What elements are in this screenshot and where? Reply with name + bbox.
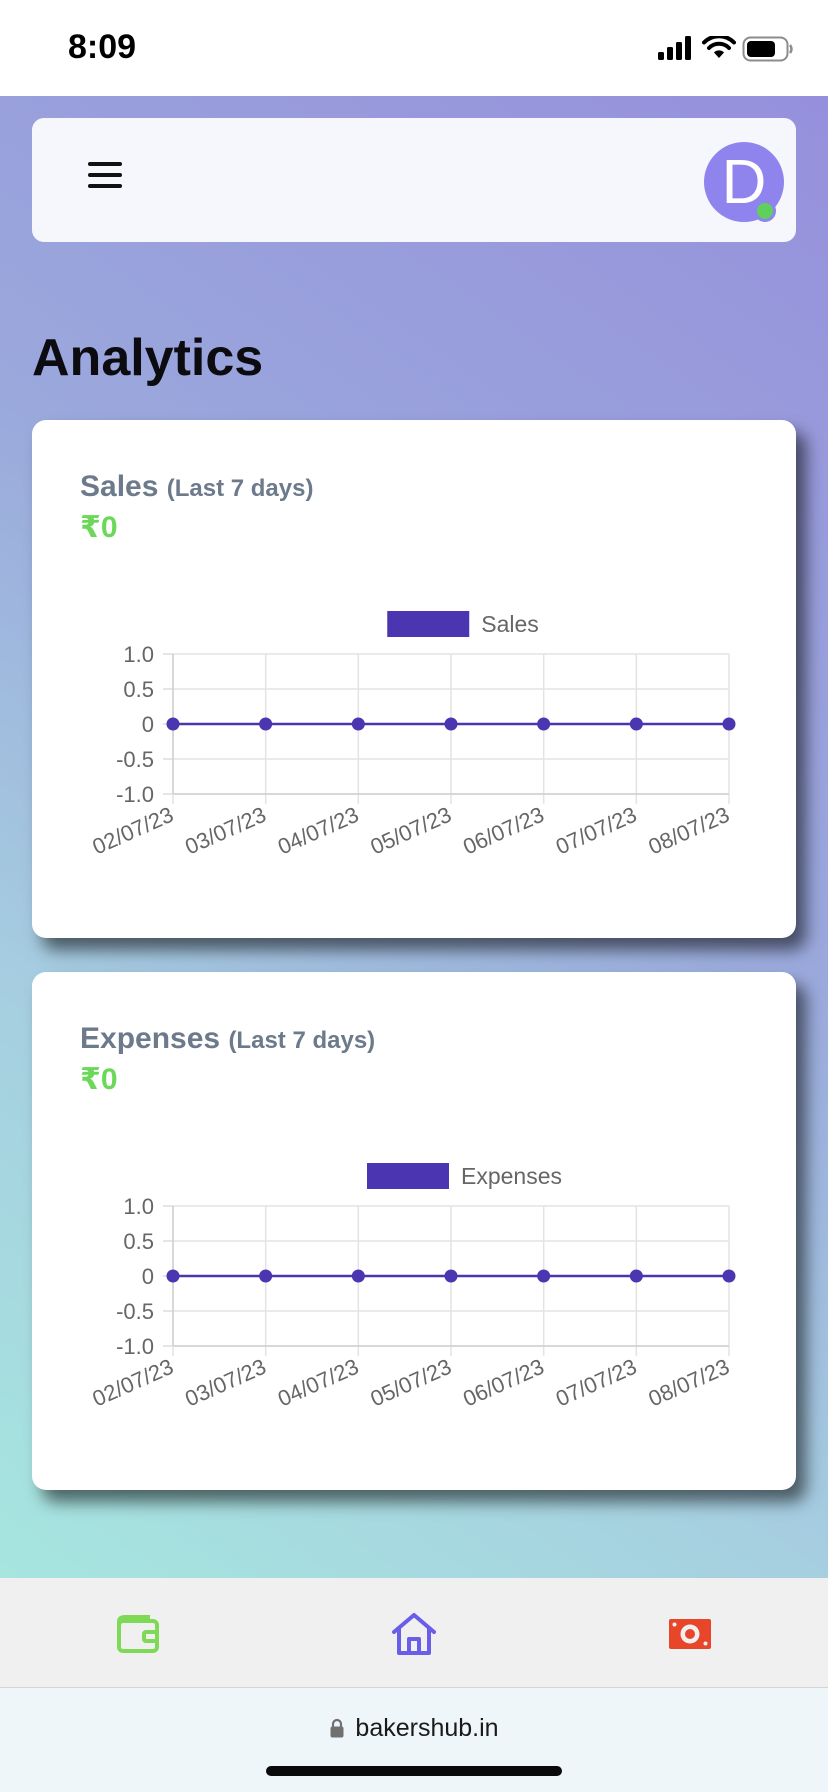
data-point (629, 717, 643, 731)
online-status-dot (754, 200, 776, 222)
legend-swatch (367, 1163, 449, 1189)
y-tick-label: 1.0 (123, 1194, 154, 1219)
url-field[interactable]: bakershub.in (0, 1714, 828, 1743)
bottom-tab-bar (0, 1578, 828, 1688)
menu-icon[interactable] (88, 162, 124, 192)
data-point (444, 717, 458, 731)
data-point (259, 1269, 273, 1283)
home-indicator[interactable] (266, 1766, 562, 1776)
lock-icon (330, 1718, 344, 1738)
data-point (166, 717, 180, 731)
data-point (166, 1269, 180, 1283)
x-tick-label: 07/07/23 (552, 802, 640, 860)
legend-swatch (387, 611, 470, 637)
y-tick-label: 0.5 (123, 677, 154, 702)
data-point (351, 1269, 365, 1283)
x-tick-label: 06/07/23 (459, 1354, 547, 1412)
tab-home[interactable] (390, 1610, 438, 1658)
x-tick-label: 08/07/23 (645, 1354, 733, 1412)
page-title: Analytics (32, 329, 264, 387)
x-tick-label: 02/07/23 (89, 802, 177, 860)
url-text: bakershub.in (355, 1714, 499, 1742)
expenses-chart: Expenses1.00.50-0.5-1.002/07/23 03/07/23 0… (89, 1163, 736, 1412)
home-icon (392, 1613, 436, 1655)
tab-expenses[interactable] (666, 1610, 714, 1658)
legend-label: Sales (481, 611, 539, 637)
status-bar: 8:09 (0, 0, 828, 96)
tab-wallet[interactable] (114, 1610, 162, 1658)
data-point (722, 717, 736, 731)
data-point (537, 717, 551, 731)
status-time: 8:09 (68, 28, 137, 66)
x-tick-label: 05/07/23 (367, 802, 455, 860)
x-tick-label: 06/07/23 (459, 802, 547, 860)
cash-icon (669, 1619, 711, 1649)
data-point (722, 1269, 736, 1283)
x-tick-label: 03/07/23 (181, 1354, 269, 1412)
y-tick-label: -0.5 (116, 747, 154, 772)
data-point (259, 717, 273, 731)
y-tick-label: 0 (142, 1264, 154, 1289)
browser-url-bar: bakershub.in (0, 1688, 828, 1792)
x-tick-label: 04/07/23 (274, 1354, 362, 1412)
expenses-card: Expenses (Last 7 days) ₹0 Expenses 1.0 0.5… (32, 972, 796, 1490)
x-tick-label: 04/07/23 (274, 802, 362, 860)
x-tick-label: 08/07/23 (645, 802, 733, 860)
sales-card: Sales (Last 7 days) ₹0 Sales 1.0 0.5 0 -0.5-… (32, 420, 796, 938)
y-tick-label: 0 (142, 712, 154, 737)
data-point (629, 1269, 643, 1283)
top-nav-bar: D (32, 118, 796, 242)
x-tick-label: 07/07/23 (552, 1354, 640, 1412)
y-tick-label: -1.0 (116, 782, 154, 807)
y-tick-label: 0.5 (123, 1229, 154, 1254)
x-tick-label: 03/07/23 (181, 802, 269, 860)
x-tick-label: 02/07/23 (89, 1354, 177, 1412)
x-tick-label: 05/07/23 (367, 1354, 455, 1412)
data-point (537, 1269, 551, 1283)
sales-chart: Sales 1.0 0.5 0 -0.5 -1.002/07/23 03/07/23 04/0… (89, 611, 736, 860)
y-tick-label: -0.5 (116, 1299, 154, 1324)
data-point (351, 717, 365, 731)
data-point (444, 1269, 458, 1283)
y-tick-label: 1.0 (123, 642, 154, 667)
legend-label: Expenses (461, 1163, 562, 1189)
battery-icon (742, 36, 793, 62)
signal-icon (658, 36, 691, 60)
wifi-icon (702, 36, 736, 58)
wallet-icon (117, 1615, 159, 1653)
y-tick-label: -1.0 (116, 1334, 154, 1359)
